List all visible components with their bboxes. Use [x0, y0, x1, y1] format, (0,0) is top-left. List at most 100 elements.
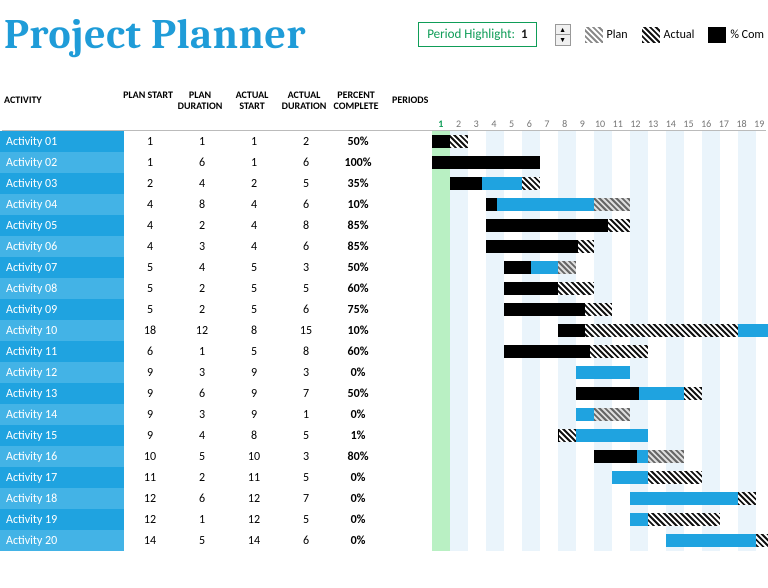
cell-plan_start: 9	[124, 387, 176, 401]
cell-actual_duration: 6	[280, 240, 332, 254]
period-head-7: 7	[538, 117, 556, 130]
legend: Period Highlight: 1 ▲ ▼ Plan Actual % Co…	[418, 22, 764, 47]
period-head-11: 11	[609, 117, 627, 130]
legend-complete: % Com	[730, 28, 764, 42]
cell-actual_duration: 6	[280, 303, 332, 317]
cell-plan_start: 5	[124, 261, 176, 275]
highlight-spinner[interactable]: ▲ ▼	[555, 24, 571, 46]
period-head-6: 6	[520, 117, 538, 130]
cell-plan_duration: 4	[176, 261, 228, 275]
table-row: Activity 181261270%	[0, 488, 768, 509]
cell-plan_duration: 4	[176, 177, 228, 191]
activity-name: Activity 11	[0, 341, 124, 362]
cell-actual_start: 1	[228, 135, 280, 149]
cell-plan_start: 1	[124, 135, 176, 149]
period-head-1: 1	[432, 117, 450, 130]
cell-plan_duration: 2	[176, 471, 228, 485]
cell-percent: 10%	[332, 198, 384, 212]
period-head-18: 18	[733, 117, 751, 130]
cell-plan_start: 4	[124, 219, 176, 233]
table-row: Activity 11615860%	[0, 341, 768, 362]
cell-percent: 50%	[332, 135, 384, 149]
cell-actual_duration: 6	[280, 534, 332, 548]
activity-name: Activity 15	[0, 425, 124, 446]
cell-percent: 60%	[332, 282, 384, 296]
cell-percent: 85%	[332, 240, 384, 254]
cell-plan_start: 14	[124, 534, 176, 548]
spinner-up-icon[interactable]: ▲	[556, 25, 570, 35]
activity-name: Activity 12	[0, 362, 124, 383]
cell-actual_start: 11	[228, 471, 280, 485]
period-head-10: 10	[591, 117, 609, 130]
cell-actual_duration: 6	[280, 156, 332, 170]
activity-name: Activity 06	[0, 236, 124, 257]
cell-actual_duration: 7	[280, 387, 332, 401]
period-head-12: 12	[627, 117, 645, 130]
cell-percent: 0%	[332, 366, 384, 380]
cell-plan_duration: 1	[176, 135, 228, 149]
activity-name: Activity 13	[0, 383, 124, 404]
table-row: Activity 01111250%	[0, 131, 768, 152]
cell-percent: 35%	[332, 177, 384, 191]
period-head-19: 19	[750, 117, 768, 130]
cell-percent: 60%	[332, 345, 384, 359]
cell-plan_start: 9	[124, 429, 176, 443]
cell-actual_start: 8	[228, 324, 280, 338]
cell-percent: 0%	[332, 513, 384, 527]
cell-plan_start: 18	[124, 324, 176, 338]
cell-actual_start: 4	[228, 198, 280, 212]
table-row: Activity 021616100%	[0, 152, 768, 173]
cell-plan_start: 10	[124, 450, 176, 464]
activity-name: Activity 09	[0, 299, 124, 320]
cell-percent: 80%	[332, 450, 384, 464]
period-head-17: 17	[715, 117, 733, 130]
period-highlight-box: Period Highlight: 1	[418, 22, 536, 47]
actual-swatch-icon	[642, 27, 660, 43]
cell-plan_duration: 5	[176, 450, 228, 464]
cell-actual_duration: 5	[280, 513, 332, 527]
cell-actual_duration: 3	[280, 366, 332, 380]
activity-name: Activity 14	[0, 404, 124, 425]
col-actual-start: ACTUAL START	[226, 89, 278, 111]
cell-percent: 10%	[332, 324, 384, 338]
table-row: Activity 05424885%	[0, 215, 768, 236]
activity-name: Activity 03	[0, 173, 124, 194]
activity-name: Activity 20	[0, 530, 124, 551]
activity-name: Activity 01	[0, 131, 124, 152]
activity-name: Activity 16	[0, 446, 124, 467]
period-numbers: 12345678910111213141516171819	[0, 117, 768, 130]
cell-actual_start: 5	[228, 261, 280, 275]
cell-plan_duration: 5	[176, 534, 228, 548]
table-row: Activity 06434685%	[0, 236, 768, 257]
cell-actual_duration: 1	[280, 408, 332, 422]
col-activity: ACTIVITY	[0, 89, 122, 111]
cell-plan_duration: 6	[176, 492, 228, 506]
col-actual-duration: ACTUAL DURATION	[278, 89, 330, 111]
cell-actual_duration: 5	[280, 177, 332, 191]
table-row: Activity 08525560%	[0, 278, 768, 299]
highlight-label: Period Highlight:	[427, 27, 515, 42]
cell-actual_duration: 3	[280, 450, 332, 464]
cell-plan_duration: 8	[176, 198, 228, 212]
period-head-9: 9	[574, 117, 592, 130]
cell-plan_duration: 3	[176, 240, 228, 254]
spinner-down-icon[interactable]: ▼	[556, 35, 570, 45]
cell-plan_start: 4	[124, 240, 176, 254]
table-row: Activity 13969750%	[0, 383, 768, 404]
cell-plan_start: 9	[124, 366, 176, 380]
table-row: Activity 1293930%	[0, 362, 768, 383]
cell-percent: 50%	[332, 387, 384, 401]
cell-actual_start: 10	[228, 450, 280, 464]
column-headers: ACTIVITY PLAN START PLAN DURATION ACTUAL…	[0, 79, 768, 115]
period-head-13: 13	[644, 117, 662, 130]
cell-plan_start: 2	[124, 177, 176, 191]
plan-swatch-icon	[585, 27, 603, 43]
cell-actual_start: 1	[228, 156, 280, 170]
cell-actual_start: 5	[228, 282, 280, 296]
cell-percent: 50%	[332, 261, 384, 275]
gantt-grid: Activity 01111250%Activity 021616100%Act…	[0, 131, 768, 551]
page-title: Project Planner	[4, 10, 306, 59]
cell-actual_start: 12	[228, 492, 280, 506]
period-head-2: 2	[450, 117, 468, 130]
cell-plan_start: 6	[124, 345, 176, 359]
